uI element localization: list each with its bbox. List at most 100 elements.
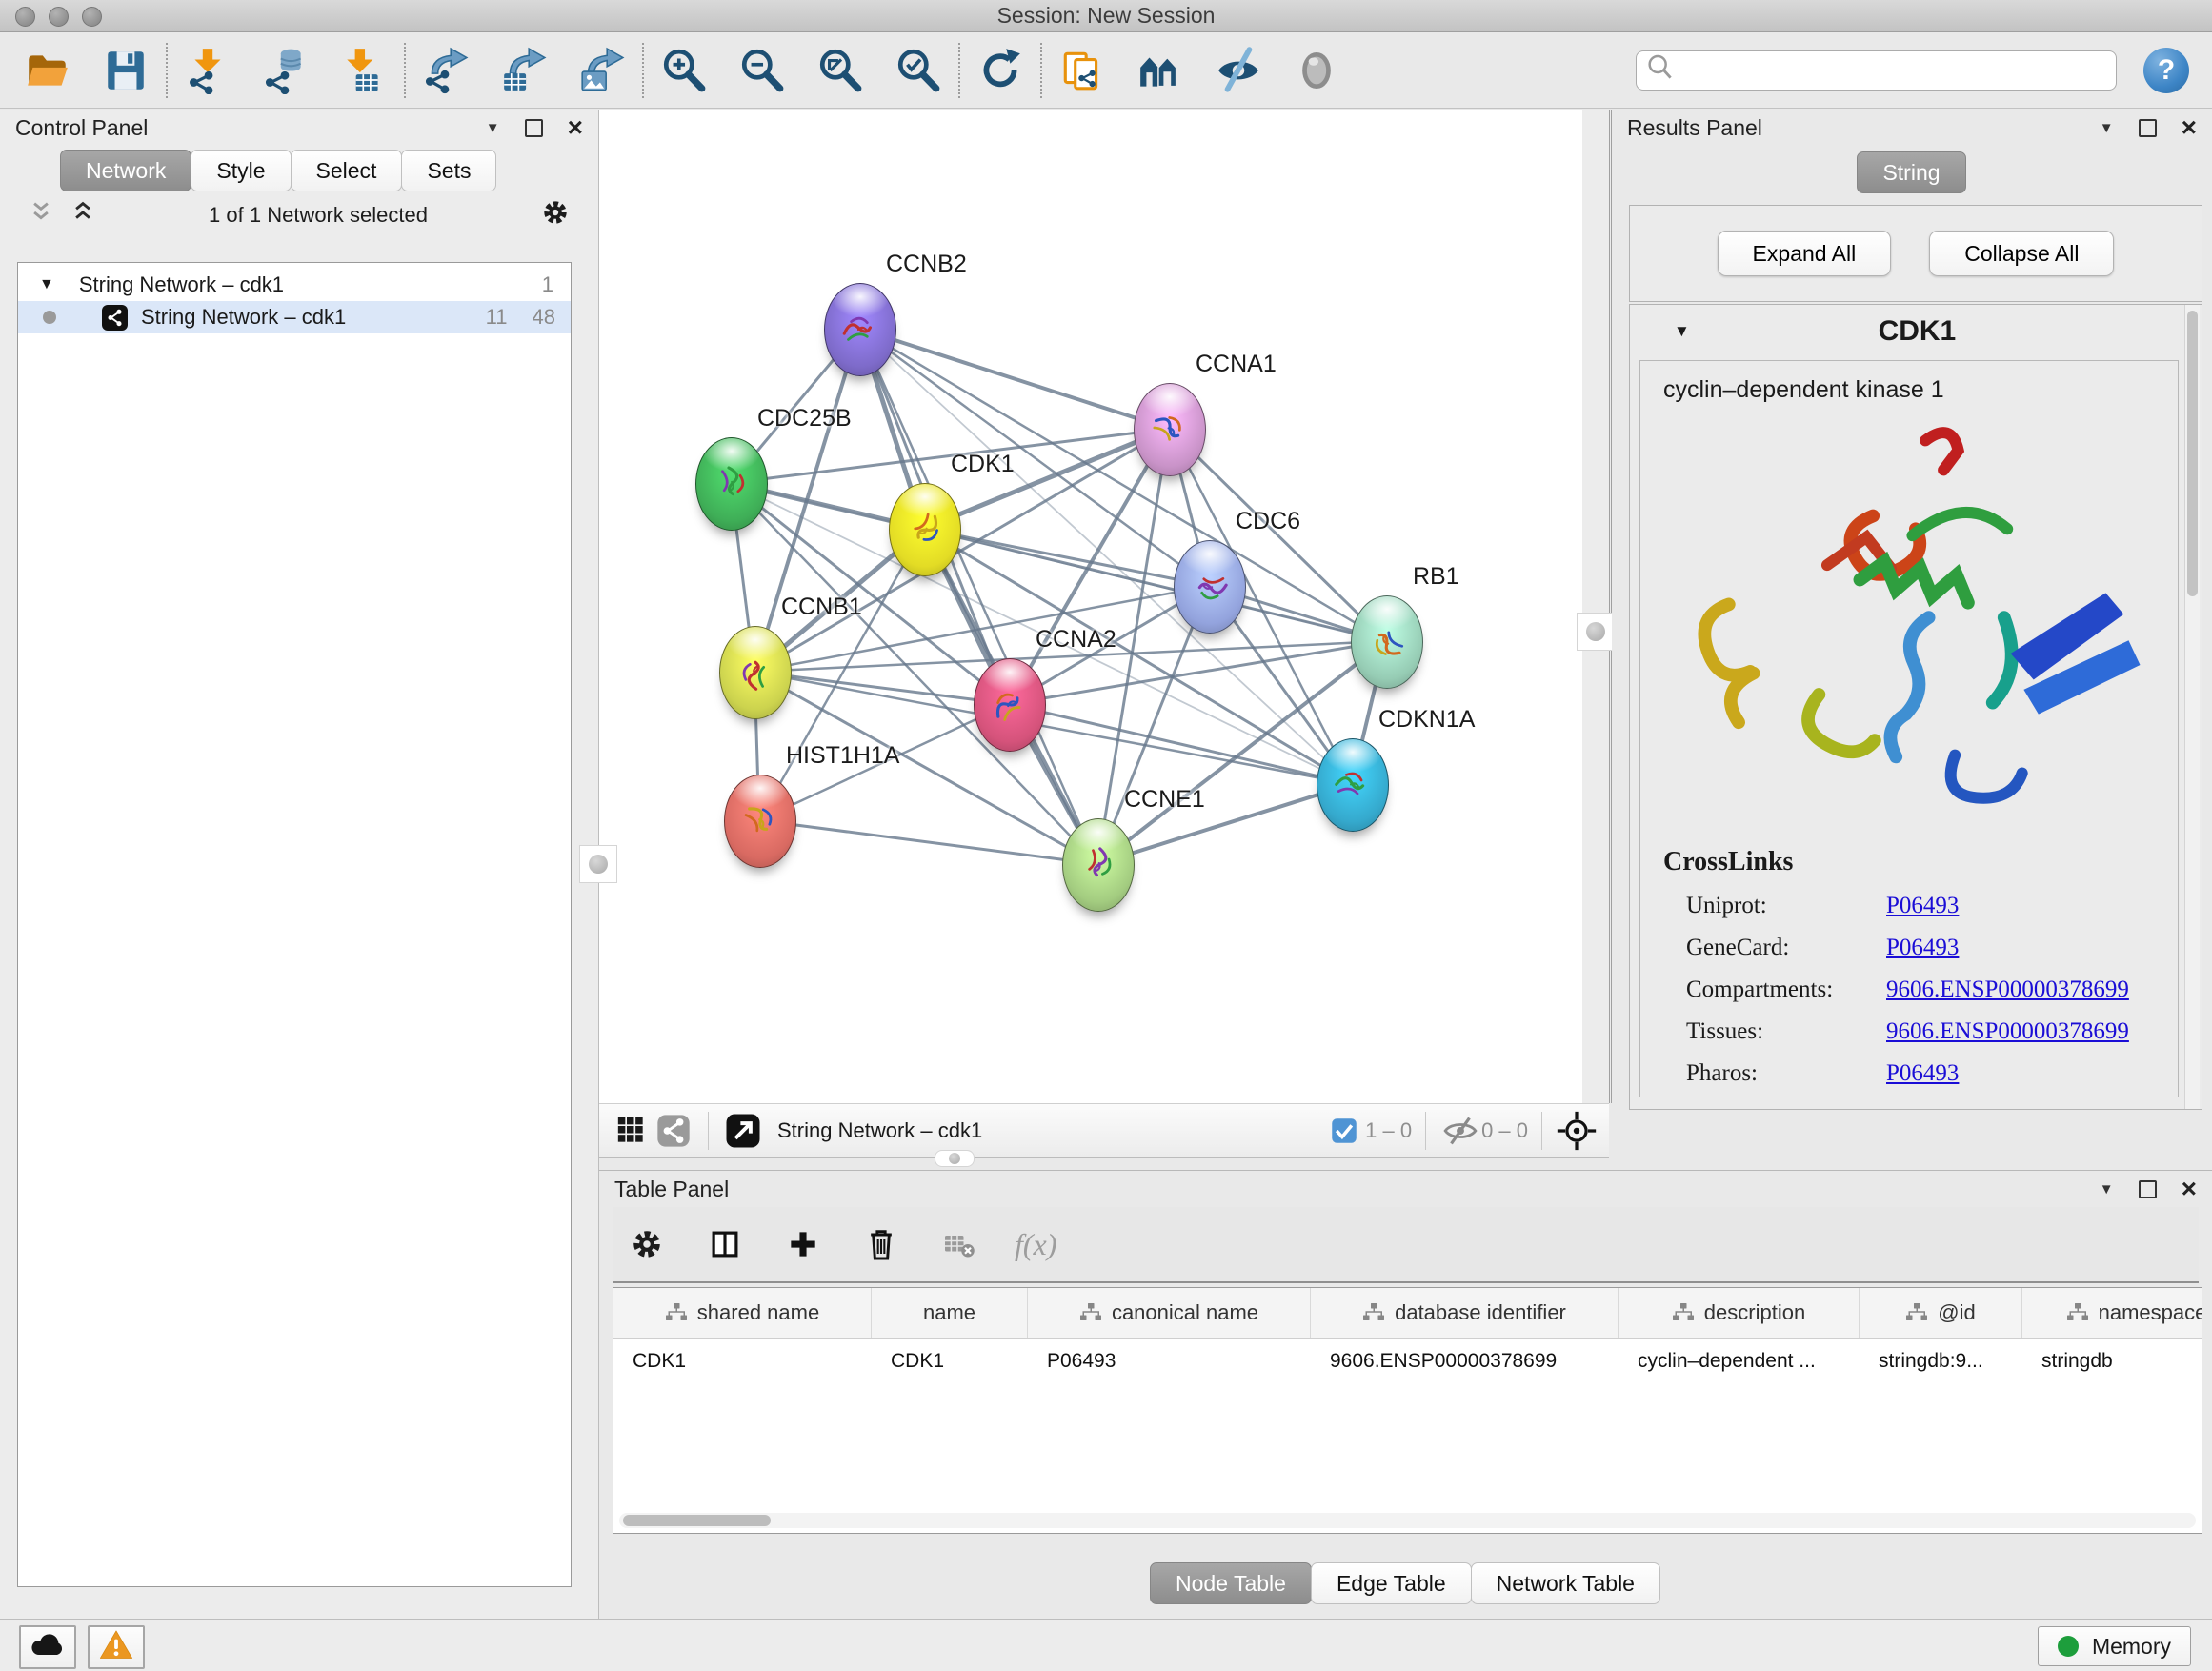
- export-image-icon[interactable]: [577, 46, 627, 95]
- zoom-out-icon[interactable]: [737, 46, 787, 95]
- table-cell[interactable]: P06493: [1028, 1350, 1311, 1373]
- refresh-view-icon[interactable]: [975, 46, 1025, 95]
- column-header-description[interactable]: description: [1619, 1288, 1860, 1338]
- network-results-splitter[interactable]: [1582, 110, 1612, 1103]
- add-column-icon[interactable]: [780, 1221, 826, 1267]
- open-in-window-icon[interactable]: [722, 1110, 764, 1152]
- first-neighbors-icon[interactable]: [1136, 46, 1185, 95]
- results-panel-float-icon[interactable]: [2139, 119, 2157, 137]
- tab-style[interactable]: Style: [191, 150, 291, 191]
- table-cell[interactable]: CDK1: [613, 1350, 872, 1373]
- table-panel-menu-icon[interactable]: ▼: [2100, 1181, 2114, 1198]
- traffic-light-zoom-icon[interactable]: [82, 7, 102, 27]
- table-cell[interactable]: cyclin–dependent ...: [1619, 1350, 1860, 1373]
- show-columns-icon[interactable]: [702, 1221, 748, 1267]
- table-cell[interactable]: 9606.ENSP00000378699: [1311, 1350, 1619, 1373]
- table-panel-splitter-handle[interactable]: [935, 1150, 975, 1167]
- warnings-button[interactable]: [88, 1625, 145, 1669]
- crosslink-link[interactable]: 9606.ENSP00000378699: [1886, 976, 2129, 1002]
- network-node-CDKN1A[interactable]: [1317, 738, 1389, 832]
- table-horizontal-scrollbar[interactable]: [619, 1513, 2196, 1528]
- network-node-CCNB2[interactable]: [824, 283, 896, 376]
- tab-sets[interactable]: Sets: [401, 150, 496, 191]
- collapse-all-button[interactable]: Collapse All: [1929, 231, 2114, 276]
- column-header-database-identifier[interactable]: database identifier: [1311, 1288, 1619, 1338]
- export-network-icon[interactable]: [421, 46, 471, 95]
- traffic-light-close-icon[interactable]: [15, 7, 35, 27]
- table-cell[interactable]: CDK1: [872, 1350, 1028, 1373]
- network-collection-row[interactable]: ▼ String Network – cdk1 1: [18, 269, 571, 301]
- network-node-CCNB1[interactable]: [719, 626, 792, 719]
- expand-all-button[interactable]: Expand All: [1718, 231, 1892, 276]
- crosslink-link[interactable]: 9606.ENSP00000378699: [1886, 1018, 2129, 1044]
- network-options-gear-icon[interactable]: [539, 196, 572, 234]
- tab-node-table[interactable]: Node Table: [1150, 1562, 1312, 1604]
- tab-edge-table[interactable]: Edge Table: [1311, 1562, 1472, 1604]
- birdseye-view-icon[interactable]: [1292, 46, 1341, 95]
- results-panel-splitter-handle[interactable]: [1577, 613, 1615, 651]
- show-hide-graphics-details-icon[interactable]: [1214, 46, 1263, 95]
- save-session-icon[interactable]: [101, 46, 151, 95]
- column-header-name[interactable]: name: [872, 1288, 1028, 1338]
- zoom-fit-icon[interactable]: [815, 46, 865, 95]
- table-row[interactable]: CDK1CDK1P064939606.ENSP00000378699cyclin…: [613, 1339, 2202, 1384]
- column-header-canonical-name[interactable]: canonical name: [1028, 1288, 1311, 1338]
- import-network-from-database-icon[interactable]: [261, 46, 311, 95]
- table-cell[interactable]: stringdb:9...: [1860, 1350, 2022, 1373]
- network-node-CCNA1[interactable]: [1134, 383, 1206, 476]
- network-node-CCNA2[interactable]: [974, 658, 1046, 752]
- import-table-from-file-icon[interactable]: [339, 46, 389, 95]
- control-panel-float-icon[interactable]: [525, 119, 543, 137]
- network-row-selected[interactable]: String Network – cdk1 11 48: [18, 301, 571, 333]
- control-panel-menu-icon[interactable]: ▼: [486, 120, 500, 136]
- table-cell[interactable]: stringdb: [2022, 1350, 2202, 1373]
- table-panel-close-icon[interactable]: ×: [2182, 1179, 2197, 1198]
- collapse-all-networks-icon[interactable]: [27, 198, 55, 232]
- gene-expander-icon[interactable]: ▼: [1674, 322, 1690, 341]
- search-box[interactable]: [1636, 50, 2117, 91]
- table-panel-float-icon[interactable]: [2139, 1180, 2157, 1198]
- crosslink-link[interactable]: P06493: [1886, 935, 1959, 960]
- toolbar-separator: [404, 43, 406, 98]
- network-node-CDC6[interactable]: [1174, 540, 1246, 634]
- control-panel-splitter-handle[interactable]: [579, 845, 617, 883]
- duplicate-network-view-icon[interactable]: [1057, 46, 1107, 95]
- tab-select[interactable]: Select: [291, 150, 403, 191]
- tab-network[interactable]: Network: [60, 150, 191, 191]
- crosslink-link[interactable]: P06493: [1886, 893, 1959, 918]
- control-panel-close-icon[interactable]: ×: [568, 118, 583, 137]
- network-node-CCNE1[interactable]: [1062, 818, 1135, 912]
- network-node-CDC25B[interactable]: [695, 437, 768, 531]
- delete-column-icon[interactable]: [858, 1221, 904, 1267]
- results-panel-close-icon[interactable]: ×: [2182, 118, 2197, 137]
- network-node-RB1[interactable]: [1351, 595, 1423, 689]
- import-network-from-file-icon[interactable]: [183, 46, 232, 95]
- zoom-in-icon[interactable]: [659, 46, 709, 95]
- export-table-icon[interactable]: [499, 46, 549, 95]
- network-node-HIST1H1A[interactable]: [724, 775, 796, 868]
- crosslink-link[interactable]: P06493: [1886, 1060, 1959, 1086]
- zoom-selected-icon[interactable]: [894, 46, 943, 95]
- tree-expander-icon[interactable]: ▼: [39, 276, 54, 293]
- selected-checkbox-icon[interactable]: [1323, 1110, 1365, 1152]
- birdseye-crosshair-icon[interactable]: [1556, 1110, 1598, 1152]
- help-button[interactable]: ?: [2143, 48, 2189, 93]
- tab-string[interactable]: String: [1857, 151, 1965, 193]
- expand-all-networks-icon[interactable]: [69, 198, 97, 232]
- results-panel-menu-icon[interactable]: ▼: [2100, 120, 2114, 136]
- network-view-canvas[interactable]: CCNB2CCNA1CDC25BCDK1CDC6RB1CCNB1CCNA2CDK…: [599, 110, 1582, 1103]
- network-node-CDK1[interactable]: [889, 483, 961, 576]
- open-session-icon[interactable]: [23, 46, 72, 95]
- search-input[interactable]: [1677, 57, 2108, 84]
- cloud-button[interactable]: [19, 1625, 76, 1669]
- table-options-gear-icon[interactable]: [624, 1221, 670, 1267]
- traffic-light-minimize-icon[interactable]: [49, 7, 69, 27]
- column-header-shared-name[interactable]: shared name: [613, 1288, 872, 1338]
- memory-button[interactable]: Memory: [2038, 1626, 2191, 1666]
- network-badge-gray-icon[interactable]: [653, 1110, 694, 1152]
- tab-network-table[interactable]: Network Table: [1471, 1562, 1660, 1604]
- column-header-namespace[interactable]: namespace: [2022, 1288, 2202, 1338]
- grid-view-icon[interactable]: [611, 1110, 653, 1152]
- results-scrollbar[interactable]: [2184, 305, 2200, 1109]
- column-header-at-id[interactable]: @id: [1860, 1288, 2022, 1338]
